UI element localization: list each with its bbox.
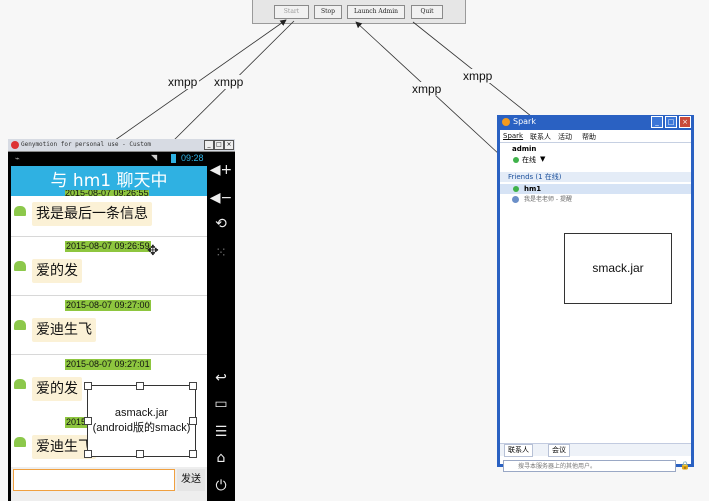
- spark-tab-bar: 联系人 会议: [500, 443, 691, 457]
- android-avatar-icon: [14, 379, 26, 389]
- spark-logo-icon: [502, 118, 510, 126]
- close-icon[interactable]: ×: [224, 140, 234, 150]
- rotate-icon[interactable]: ⟲: [207, 216, 235, 232]
- menu-spark[interactable]: Spark: [503, 132, 523, 140]
- tab-contacts[interactable]: 联系人: [504, 444, 533, 457]
- message-timestamp: 2015-08-07 09:26:59: [65, 241, 151, 252]
- contact-group-header[interactable]: Friends (1 在线): [500, 172, 691, 182]
- tab-conferences[interactable]: 会议: [548, 444, 570, 457]
- wifi-icon: ◥: [151, 153, 158, 162]
- smack-jar-box: smack.jar: [564, 233, 672, 304]
- emulator-title: Genymotion for personal use - Custom: [21, 141, 152, 148]
- status-time: 09:28: [181, 153, 204, 163]
- online-status-icon: [513, 186, 519, 192]
- contact-name: 我是老老师 - 提醒: [524, 196, 572, 203]
- android-avatar-icon: [14, 206, 26, 216]
- contact-name: hm1: [524, 185, 542, 193]
- menu-activity[interactable]: 活动: [558, 132, 572, 142]
- recent-apps-icon[interactable]: ▭: [207, 396, 235, 412]
- lock-icon: 🔒: [680, 461, 690, 470]
- status-bar: ⌁ ◥ 09:28: [11, 152, 207, 166]
- online-status-icon: [513, 157, 519, 163]
- volume-down-icon[interactable]: ◀−: [207, 190, 235, 206]
- message-timestamp: 2015-08-07 09:27:01: [65, 359, 151, 370]
- resize-handle[interactable]: [189, 382, 197, 390]
- emulator-title-bar: Genymotion for personal use - Custom _ □…: [8, 139, 235, 152]
- current-user: admin: [512, 145, 537, 153]
- xmpp-label-4: xmpp: [410, 82, 444, 96]
- message-text: 爱迪生飞: [32, 318, 96, 342]
- resize-handle[interactable]: [136, 450, 144, 458]
- menu-help[interactable]: 帮助: [582, 132, 596, 142]
- android-avatar-icon: [14, 261, 26, 271]
- resize-handle[interactable]: [189, 417, 197, 425]
- asmack-title: asmack.jar: [114, 407, 169, 419]
- battery-icon: [171, 154, 176, 163]
- genymotion-logo-icon: [11, 141, 19, 149]
- message-text: 爱的发: [32, 377, 82, 401]
- resize-handle[interactable]: [84, 450, 92, 458]
- message-timestamp: 2015-08-07 09:27:00: [65, 300, 151, 311]
- android-avatar-icon: [14, 320, 26, 330]
- xmpp-label-3: xmpp: [461, 69, 495, 83]
- home-icon[interactable]: ⌂: [207, 450, 235, 466]
- message-input[interactable]: [13, 469, 175, 491]
- android-avatar-icon: [14, 437, 26, 447]
- emulator-side-controls: ◀+ ◀− ⟲ ⁙ ↩ ▭ ☰ ⌂ ⏻: [207, 152, 235, 501]
- menu-divider: [500, 142, 691, 143]
- spark-title: Spark: [513, 117, 536, 126]
- message-text: 我是最后一条信息: [32, 202, 152, 226]
- message-row: 2015-08-07 09:26:59 爱的发 ✥: [11, 237, 207, 296]
- spark-title-bar: Spark _ □ ×: [497, 115, 694, 129]
- resize-handle[interactable]: [84, 417, 92, 425]
- menu-contacts[interactable]: 联系人: [530, 132, 551, 142]
- contact-avatar-icon: [512, 196, 519, 203]
- usb-icon: ⌁: [15, 154, 20, 163]
- asmack-subtitle: (android版的smack): [92, 422, 191, 434]
- volume-up-icon[interactable]: ◀+: [207, 162, 235, 178]
- asmack-jar-box: asmack.jar (android版的smack): [84, 382, 197, 458]
- xmpp-label-2: xmpp: [212, 75, 246, 89]
- chevron-down-icon[interactable]: ▼: [540, 155, 545, 163]
- resize-handle[interactable]: [84, 382, 92, 390]
- message-row: 2015-08-07 09:27:00 爱迪生飞: [11, 296, 207, 355]
- xmpp-label-1: xmpp: [166, 75, 200, 89]
- power-icon[interactable]: ⏻: [207, 478, 235, 494]
- back-icon[interactable]: ↩: [207, 370, 235, 386]
- presence-dropdown[interactable]: 在线: [522, 155, 536, 165]
- message-input-bar: 发送: [11, 467, 207, 501]
- resize-icon: ⁙: [215, 245, 227, 261]
- user-search-input[interactable]: 搜寻本服务器上的其他用户。: [503, 460, 676, 472]
- maximize-icon[interactable]: □: [665, 116, 677, 128]
- message-row: 我是最后一条信息: [11, 196, 207, 237]
- message-text: 爱的发: [32, 259, 82, 283]
- contact-row[interactable]: 我是老老师 - 提醒: [500, 195, 691, 205]
- minimize-icon[interactable]: _: [204, 140, 214, 150]
- send-button[interactable]: 发送: [177, 469, 205, 491]
- menu-icon[interactable]: ☰: [207, 424, 235, 440]
- move-cursor-icon: ✥: [147, 243, 159, 259]
- resize-handle[interactable]: [136, 382, 144, 390]
- maximize-icon[interactable]: □: [214, 140, 224, 150]
- contact-row[interactable]: hm1: [500, 184, 691, 194]
- group-label: Friends (1 在线): [508, 173, 562, 181]
- minimize-icon[interactable]: _: [651, 116, 663, 128]
- close-icon[interactable]: ×: [679, 116, 691, 128]
- resize-handle[interactable]: [189, 450, 197, 458]
